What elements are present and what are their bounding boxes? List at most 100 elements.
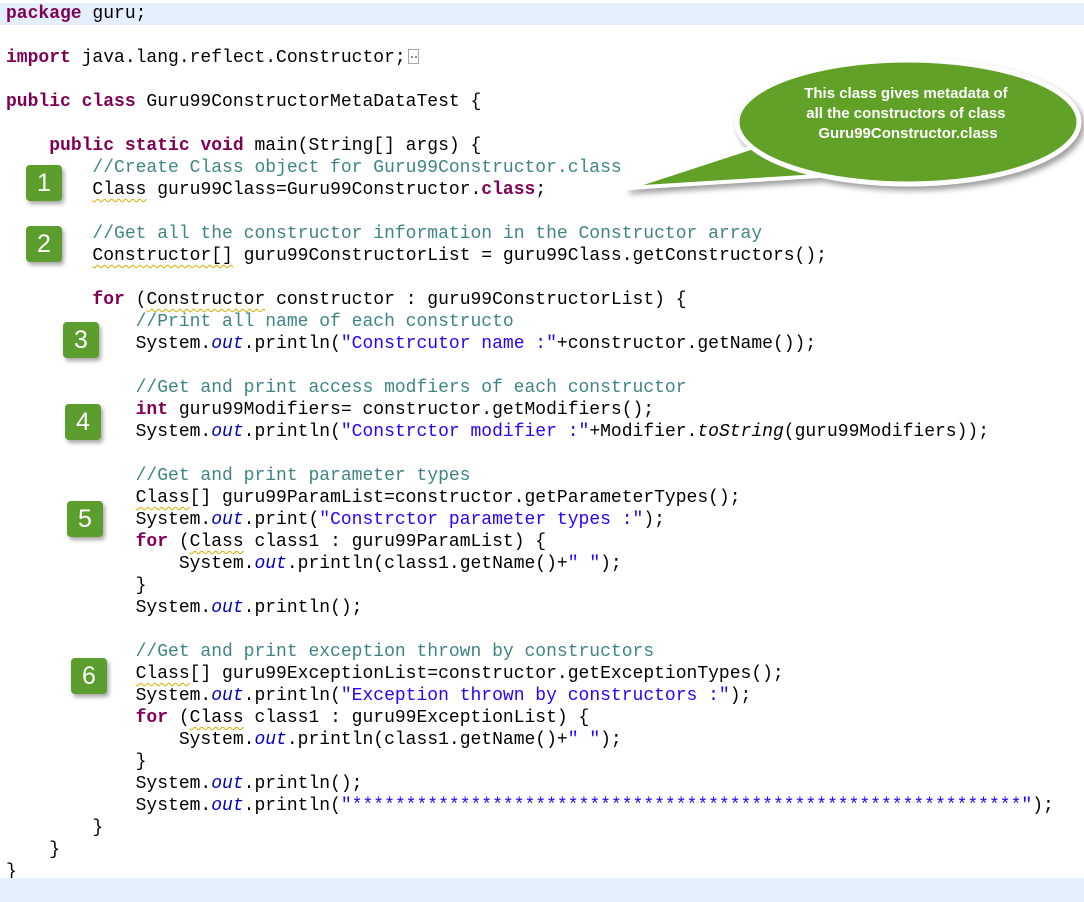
code-line: //Get and print parameter types: [0, 465, 1084, 487]
code-line: System.out.println("Constrctor modifier …: [0, 421, 1084, 443]
code-token: out: [211, 796, 243, 816]
code-token: .println();: [244, 774, 363, 794]
code-token: " ": [568, 554, 600, 574]
code-token: Class: [190, 708, 244, 728]
code-line: System.out.println("Constrcutor name :"+…: [0, 333, 1084, 355]
code-token: .println(class1.getName()+: [287, 554, 568, 574]
code-token: "Constrctor modifier :": [341, 422, 589, 442]
code-line: }: [0, 817, 1084, 839]
code-line: for (Constructor constructor : guru99Con…: [0, 289, 1084, 311]
code-token: (: [168, 708, 190, 728]
code-token: [6, 136, 49, 156]
code-line: System.out.println("********************…: [0, 795, 1084, 817]
code-token: out: [254, 554, 286, 574]
code-line: }: [0, 575, 1084, 597]
code-line: for (Class class1 : guru99ExceptionList)…: [0, 707, 1084, 729]
code-token: .println(: [244, 796, 341, 816]
code-line: }: [0, 839, 1084, 861]
code-token: }: [6, 818, 103, 838]
code-token: //Get and print parameter types: [136, 466, 471, 486]
code-token: import: [6, 48, 71, 68]
code-token: class: [481, 180, 535, 200]
line-highlight-bar: [0, 878, 1084, 902]
code-token: Constructor[]: [92, 246, 232, 266]
code-token: [6, 378, 136, 398]
code-token: //Get and print exception thrown by cons…: [136, 642, 654, 662]
code-token: );: [600, 554, 622, 574]
step-badge-4: 4: [65, 404, 101, 440]
code-token: System.: [179, 554, 255, 574]
code-token: out: [211, 422, 243, 442]
code-token: Class: [92, 180, 146, 200]
code-token: (: [125, 290, 147, 310]
code-token: public class: [6, 92, 136, 112]
code-token: System.: [136, 796, 212, 816]
code-token: ;: [535, 180, 546, 200]
code-line: System.out.println(class1.getName()+" ")…: [0, 553, 1084, 575]
code-token: out: [211, 598, 243, 618]
step-badge-3: 3: [63, 322, 99, 358]
code-token: [6, 774, 136, 794]
code-token: [6, 730, 179, 750]
code-line: [0, 355, 1084, 377]
step-badge-5: 5: [67, 501, 103, 537]
code-token: for: [136, 532, 168, 552]
code-token: );: [730, 686, 752, 706]
code-token: guru99Modifiers= constructor.getModifier…: [168, 400, 654, 420]
code-line: //Get and print exception thrown by cons…: [0, 641, 1084, 663]
code-token: out: [211, 686, 243, 706]
code-token: guru;: [82, 4, 147, 24]
code-line: //Get and print access modfiers of each …: [0, 377, 1084, 399]
speech-bubble-callout: This class gives metadata of all the con…: [600, 36, 1084, 236]
code-token: +constructor.getName());: [557, 334, 816, 354]
speech-bubble-text: This class gives metadata of all the con…: [804, 85, 1012, 142]
code-line: System.out.println();: [0, 773, 1084, 795]
code-token: .println();: [244, 598, 363, 618]
code-line: for (Class class1 : guru99ParamList) {: [0, 531, 1084, 553]
code-line: System.out.println("Exception thrown by …: [0, 685, 1084, 707]
code-token: }: [6, 576, 146, 596]
code-token: " ": [568, 730, 600, 750]
code-token: public static void: [49, 136, 243, 156]
code-token: Constructor: [146, 290, 265, 310]
code-token: .println(class1.getName()+: [287, 730, 568, 750]
code-line: package guru;: [0, 3, 1084, 25]
step-badge-6: 6: [71, 658, 107, 694]
code-token: for: [136, 708, 168, 728]
code-token: "Constrctor parameter types :": [319, 510, 643, 530]
code-token: System.: [136, 510, 212, 530]
code-token: }: [6, 840, 60, 860]
code-token: );: [1032, 796, 1054, 816]
code-line: System.out.print("Constrctor parameter t…: [0, 509, 1084, 531]
code-token: toString: [697, 422, 783, 442]
code-token: out: [211, 774, 243, 794]
code-token: class1 : guru99ExceptionList) {: [244, 708, 590, 728]
code-token: guru99Class=Guru99Constructor.: [146, 180, 481, 200]
unknown-char-icon: [408, 49, 419, 64]
code-token: (: [168, 532, 190, 552]
code-token: "Constrcutor name :": [341, 334, 557, 354]
code-line: [0, 267, 1084, 289]
code-token: [] guru99ExceptionList=constructor.getEx…: [190, 664, 784, 684]
code-token: [6, 708, 136, 728]
code-token: );: [600, 730, 622, 750]
code-line: int guru99Modifiers= constructor.getModi…: [0, 399, 1084, 421]
code-token: //Get and print access modfiers of each …: [136, 378, 687, 398]
code-token: .println(: [244, 422, 341, 442]
code-token: //Print all name of each constructo: [136, 312, 514, 332]
code-token: Class: [136, 488, 190, 508]
code-token: [6, 796, 136, 816]
code-line: Constructor[] guru99ConstructorList = gu…: [0, 245, 1084, 267]
code-token: out: [211, 334, 243, 354]
code-token: out: [254, 730, 286, 750]
code-token: System.: [136, 334, 212, 354]
code-token: [6, 290, 92, 310]
code-line: System.out.println(class1.getName()+" ")…: [0, 729, 1084, 751]
code-line: [0, 443, 1084, 465]
code-token: System.: [136, 598, 212, 618]
code-line: [0, 619, 1084, 641]
code-token: constructor : guru99ConstructorList) {: [265, 290, 686, 310]
code-token: System.: [136, 774, 212, 794]
code-token: Class: [190, 532, 244, 552]
code-token: [6, 466, 136, 486]
